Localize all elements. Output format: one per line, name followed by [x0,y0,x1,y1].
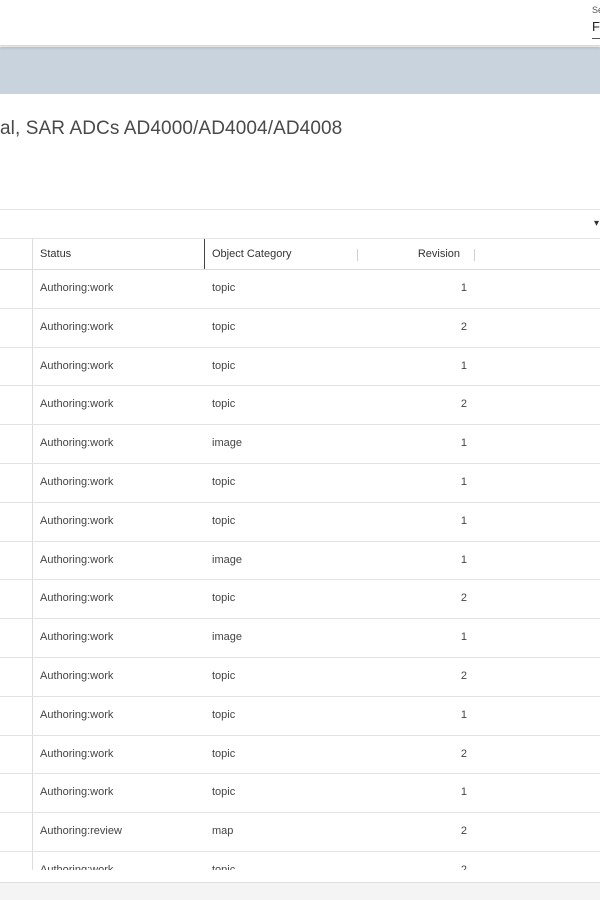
cell-status: Authoring:review [40,825,122,838]
table-row[interactable]: Authoring:work topic 2 [0,309,600,348]
column-header-status[interactable]: Status [40,239,71,270]
cell-object-category: image [212,437,242,450]
cell-status: Authoring:work [40,631,114,644]
table-row[interactable]: Authoring:work topic 1 [0,270,600,309]
cell-object-category: topic [212,747,236,760]
cell-revision: 1 [460,553,467,566]
cell-status: Authoring:work [40,786,114,799]
cell-object-category: topic [212,359,236,372]
column-resize-handle[interactable] [357,249,358,261]
table-body: Authoring:work topic 1 Authoring:work topic 2… [0,270,600,870]
search-field-underline [592,38,600,39]
cell-revision: 1 [460,708,467,721]
cell-status: Authoring:work [40,708,114,721]
cell-revision: 1 [460,514,467,527]
cell-status: Authoring:work [40,553,114,566]
cell-status: Authoring:work [40,437,114,450]
table-row[interactable]: Authoring:work topic 2 [0,658,600,697]
table-row[interactable]: Authoring:work topic 2 [0,852,600,870]
cell-status: Authoring:work [40,669,114,682]
top-bar: Se F [0,0,600,46]
table-row[interactable]: Authoring:work topic 2 [0,386,600,426]
cell-object-category: topic [212,398,236,411]
table-toolbar: ▾ [0,209,600,239]
page-title: al, SAR ADCs AD4000/AD4004/AD4008 [0,118,343,139]
search-field-label: Se [592,5,600,15]
cell-object-category: topic [212,708,236,721]
table-row[interactable]: Authoring:work topic 1 [0,774,600,814]
table-row[interactable]: Authoring:work topic 1 [0,503,600,542]
cell-revision: 2 [460,320,467,333]
table-row[interactable]: Authoring:work image 1 [0,619,600,658]
cell-revision: 1 [460,631,467,644]
navigation-bar [0,47,600,94]
cell-object-category: topic [212,592,236,605]
cell-object-category: topic [212,669,236,682]
cell-status: Authoring:work [40,747,114,760]
cell-status: Authoring:work [40,398,114,411]
table-row[interactable]: Authoring:work image 1 [0,542,600,581]
cell-status: Authoring:work [40,359,114,372]
search-field[interactable]: F [592,19,600,34]
cell-object-category: topic [212,320,236,333]
cell-revision: 2 [460,669,467,682]
cell-object-category: topic [212,475,236,488]
cell-revision: 1 [460,437,467,450]
cell-status: Authoring:work [40,475,114,488]
table-row[interactable]: Authoring:work topic 1 [0,348,600,387]
cell-revision: 1 [460,359,467,372]
cell-object-category: topic [212,786,236,799]
cell-revision: 1 [460,786,467,799]
cell-revision: 2 [460,592,467,605]
cell-status: Authoring:work [40,514,114,527]
cell-object-category: image [212,553,242,566]
table-row[interactable]: Authoring:work image 1 [0,425,600,464]
table-footer [0,882,600,900]
cell-object-category: topic [212,514,236,527]
table-row[interactable]: Authoring:work topic 1 [0,697,600,736]
table-row[interactable]: Authoring:work topic 2 [0,736,600,775]
cell-status: Authoring:work [40,863,114,870]
column-header-revision[interactable]: Revision [380,239,460,270]
cell-revision: 2 [460,398,467,411]
column-resize-handle[interactable] [474,249,475,261]
cell-revision: 2 [460,747,467,760]
cell-status: Authoring:work [40,282,114,294]
cell-status: Authoring:work [40,320,114,333]
cell-status: Authoring:work [40,592,114,605]
cell-revision: 1 [460,475,467,488]
table-row[interactable]: Authoring:review map 2 [0,813,600,852]
table-header: Status Object Category Revision [0,239,600,270]
column-header-category[interactable]: Object Category [212,239,291,270]
table-row[interactable]: Authoring:work topic 2 [0,580,600,620]
cell-object-category: image [212,631,242,644]
cell-revision: 2 [460,825,467,838]
cell-revision: 1 [460,282,467,294]
cell-object-category: topic [212,863,236,870]
chevron-down-icon[interactable]: ▾ [594,218,599,229]
cell-object-category: topic [212,282,236,294]
cell-revision: 2 [460,863,467,870]
table-row[interactable]: Authoring:work topic 1 [0,464,600,503]
column-resize-handle[interactable] [204,239,205,269]
cell-object-category: map [212,825,234,838]
